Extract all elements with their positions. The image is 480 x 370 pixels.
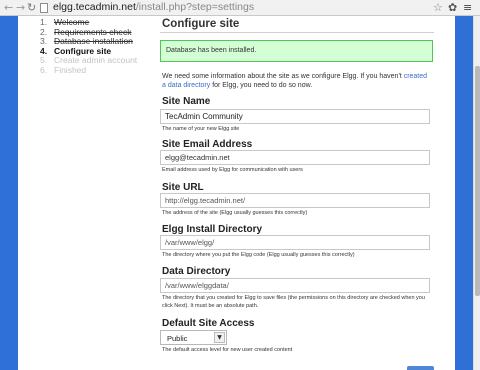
site-email-help: Email address used by Elgg for communica… [162,167,303,173]
install-directory-input[interactable] [160,235,430,250]
address-bar[interactable]: elgg.tecadmin.net/install.php?step=setti… [53,0,254,15]
install-directory-label: Elgg Install Directory [162,224,263,235]
forward-arrow-icon[interactable]: → [16,1,25,15]
intro-text: We need some information about the site … [162,73,428,89]
reload-icon[interactable]: ↻ [27,1,36,15]
site-name-input[interactable] [160,109,430,124]
site-name-help: The name of your new Elgg site [162,126,240,132]
site-email-input[interactable] [160,150,430,165]
default-access-help: The default access level for new user cr… [162,347,293,353]
data-directory-label: Data Directory [162,266,231,277]
data-directory-input[interactable] [160,278,430,293]
site-name-label: Site Name [162,96,211,107]
page-title: Configure site [162,18,240,30]
bookmark-star-icon[interactable]: ☆ [433,0,443,15]
next-button[interactable] [407,366,434,370]
chevron-down-icon: ▼ [214,332,225,343]
url-path: /install.php?step=settings [135,1,255,13]
browser-toolbar: ← → ↻ elgg.tecadmin.net/install.php?step… [0,0,480,16]
data-directory-help: The directory that you created for Elgg … [162,295,425,309]
install-directory-help: The directory where you put the Elgg cod… [162,252,355,258]
menu-icon[interactable]: ≡ [463,0,472,15]
site-url-input[interactable] [160,193,430,208]
site-email-label: Site Email Address [162,139,253,150]
page-icon [40,3,48,13]
default-access-value: Public [167,334,188,343]
default-access-label: Default Site Access [162,318,255,329]
back-arrow-icon[interactable]: ← [4,1,13,15]
scrollbar-thumb[interactable] [475,66,480,296]
scrollbar[interactable] [473,16,480,370]
default-access-select[interactable]: Public ▼ [160,330,227,345]
extension-icon[interactable]: ✿ [448,1,457,15]
url-host: elgg.tecadmin.net [53,1,136,13]
title-divider [160,32,434,33]
site-url-help: The address of the site (Elgg usually gu… [162,210,308,216]
site-url-label: Site URL [162,182,204,193]
success-alert: Database has been installed. [160,40,433,62]
